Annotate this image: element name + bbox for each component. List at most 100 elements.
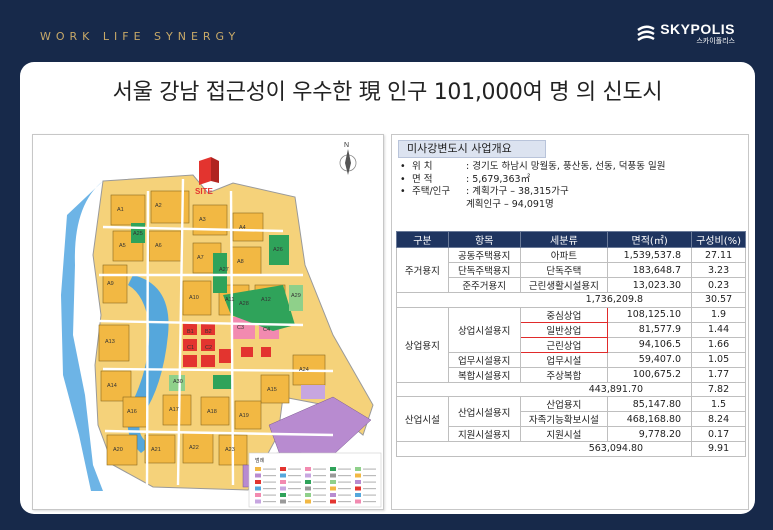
legend-text-line [263,494,276,496]
lot-label: A17 [169,407,179,413]
legend-swatch [280,467,286,471]
legend-swatch [280,473,286,478]
lot-label: A19 [239,413,249,419]
lot-label: A11 [225,297,234,303]
legend-swatch [355,486,361,491]
column-header: 세분류 [519,231,609,248]
legend-title: 범례 [255,457,265,464]
group-industrial: 산업시설 [396,396,449,442]
legend-swatch [355,467,361,471]
table-row: 지원시설용지 지원시설 9,778.20 0.17 [397,426,746,442]
legend-text-line [338,475,351,477]
legend-text-line [313,475,326,477]
legend-swatch [330,480,336,484]
table-row: 상업용지 상업시설용지 중심상업 108,125.10 1.9 [396,306,746,383]
legend-text-line [338,481,351,483]
legend-text-line [313,481,326,483]
legend-swatch [355,493,361,497]
legend-text-line [288,488,301,490]
lot-label: A5 [119,243,126,249]
logo-subtitle: 스카이폴리스 [696,37,735,45]
legend-text-line [263,488,276,490]
legend-swatch [305,467,311,471]
lot-label: A18 [207,409,217,415]
legend-text-line [363,468,376,470]
fact-location: • 위 치 : 경기도 하남시 망월동, 풍산동, 선동, 덕풍동 일원 [400,161,666,172]
legend-swatch [255,499,261,504]
column-header: 항목 [447,231,521,248]
legend-swatch [280,499,286,504]
lot-label: A13 [105,339,115,345]
legend-text-line [288,481,301,483]
land-use-map-graphic: N SITE A1 A2 A3 A4 A5 A6 A7 A8 A9 A10 A11 A12 A13 A14… [33,135,383,509]
legend-swatch [330,473,336,478]
legend-text-line [313,488,326,490]
lot-label: A23 [225,447,235,453]
lot-label: C4 [263,327,270,333]
legend-text-line [363,501,376,503]
table-row: 주거용지 공동주택용지 아파트 1,539,537.8 27.11 [396,247,746,293]
legend-swatch [305,493,311,497]
fact-population: 계획인구 – 94,091명 [466,198,554,210]
north-label: N [344,142,349,149]
legend-text-line [313,501,326,503]
logo-name: SKYPOLIS [660,21,735,37]
legend-swatch [330,467,336,471]
lot-label: A7 [197,255,204,261]
legend-text-line [363,494,376,496]
table-row: 준주거용지 근린생활시설용지 13,023.30 0.23 [397,277,746,293]
land-use-table: 구분 항목 세분류 면적(㎡) 구성비(%) 주거용지 공동주택용지 아파트 1… [395,231,746,457]
legend-text-line [288,475,301,477]
lot-label: C1 [187,345,194,351]
lot-label: A14 [107,383,117,389]
legend-text-line [338,468,351,470]
legend-text-line [263,501,276,503]
legend-swatch [330,499,336,504]
lot-label: A3 [199,217,206,223]
legend-swatch [355,499,361,504]
legend-swatch [330,493,336,497]
lot-label: A29 [291,293,301,299]
legend-swatch [305,480,311,484]
column-header: 면적(㎡) [607,231,693,248]
legend-text-line [313,494,326,496]
legend-text-line [263,475,276,477]
legend-swatch [255,480,261,484]
legend-swatch [355,480,361,484]
brand-logo: SKYPOLIS 스카이폴리스 [636,22,735,46]
lot-label: A26 [273,247,283,253]
legend-text-line [338,501,351,503]
legend-swatch [305,486,311,491]
group-residential: 주거용지 [396,247,449,293]
lot-label: A25 [133,231,143,237]
lot-label: A8 [237,259,244,265]
legend-text-line [288,501,301,503]
column-header: 구성비(%) [691,231,746,248]
legend-swatch [305,473,311,478]
legend-swatch [280,480,286,484]
skypolis-logo-icon [636,24,656,44]
legend-text-line [363,475,376,477]
lot-label: A24 [299,367,309,373]
lot-label: A15 [267,387,277,393]
lot-label: A20 [113,447,123,453]
bullet: • [400,173,406,185]
lot-label: A9 [107,281,114,287]
legend-text-line [338,494,351,496]
table-header-row: 구분 항목 세분류 면적(㎡) 구성비(%) [396,231,746,248]
lot-label: A27 [219,267,229,273]
legend-text-line [263,468,276,470]
table-row: 복합시설용지 주상복합 100,675.2 1.77 [397,366,746,383]
lot-label: A21 [151,447,161,453]
legend-swatch [280,493,286,497]
legend-swatch [255,486,261,491]
lot-label: C2 [205,345,212,351]
bullet: • [400,186,406,197]
legend-swatch [355,473,361,478]
legend-swatch [255,493,261,497]
subtotal-row: 563,094.80 9.91 [395,441,746,457]
project-overview-panel: 미사강변도시 사업개요 • 위 치 : 경기도 하남시 망월동, 풍산동, 선동… [391,134,749,510]
tagline: WORK LIFE SYNERGY [40,30,241,43]
table-row: 업무시설용지 업무시설 59,407.0 1.05 [397,351,746,368]
site-label: SITE [195,187,213,196]
